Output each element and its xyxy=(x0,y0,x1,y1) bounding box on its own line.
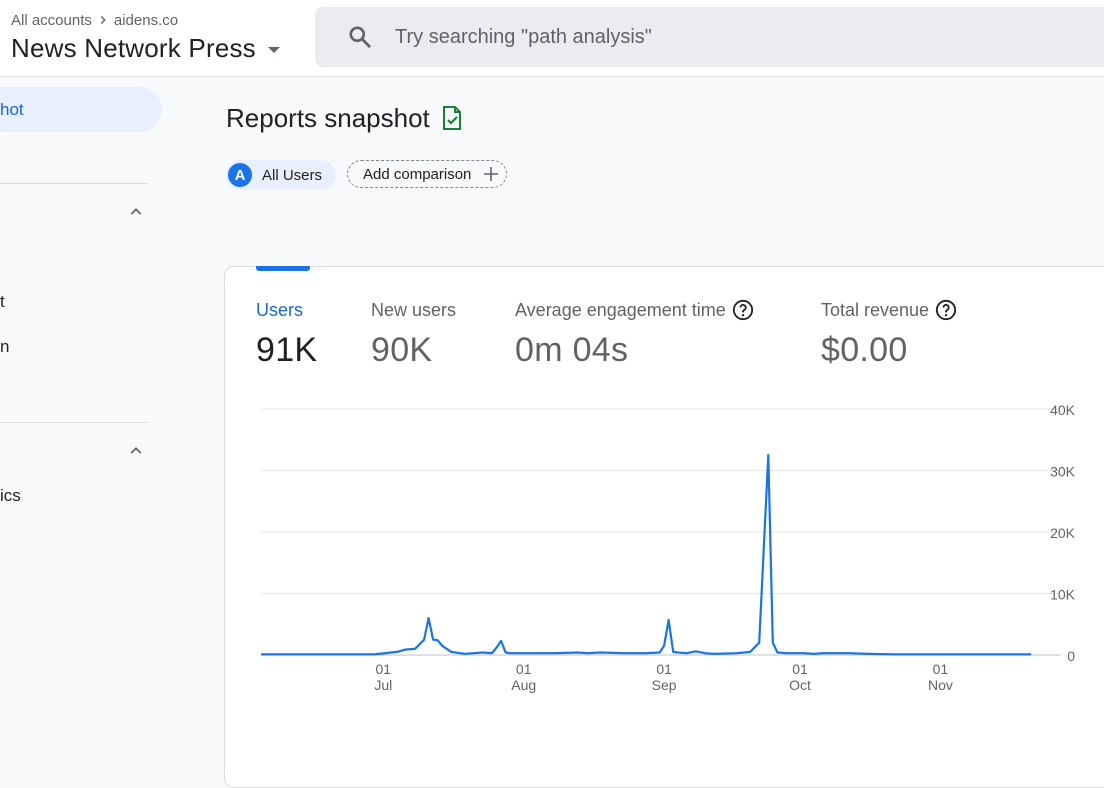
breadcrumb-account[interactable]: aidens.co xyxy=(114,12,178,29)
sidebar-item[interactable]: t xyxy=(0,291,5,313)
chevron-up-icon[interactable] xyxy=(128,443,144,459)
y-tick-label: 10K xyxy=(1050,587,1076,603)
x-tick-label: Aug xyxy=(511,677,536,693)
y-tick-label: 20K xyxy=(1050,525,1076,541)
avatar: A xyxy=(228,163,252,187)
search-bar[interactable]: Try searching "path analysis" xyxy=(315,7,1104,67)
chevron-right-icon xyxy=(100,16,106,24)
y-tick-label: 30K xyxy=(1050,464,1076,480)
property-name: News Network Press xyxy=(11,32,256,63)
search-placeholder: Try searching "path analysis" xyxy=(395,25,652,48)
add-comparison-button[interactable]: Add comparison xyxy=(347,160,507,188)
sidebar-divider xyxy=(0,183,147,184)
search-icon xyxy=(349,26,371,48)
x-tick-label: Oct xyxy=(789,677,811,693)
sidebar-divider xyxy=(0,422,147,423)
x-tick-label: Sep xyxy=(652,677,677,693)
comparison-chip-all-users[interactable]: A All Users xyxy=(226,160,337,190)
sidebar-item[interactable]: n xyxy=(0,336,9,358)
x-tick-label: 01 xyxy=(933,661,949,677)
sidebar-item[interactable]: ics xyxy=(0,485,21,507)
page-title: Reports snapshot xyxy=(226,101,464,135)
page-title-text: Reports snapshot xyxy=(226,102,430,133)
sidebar: hot t n ics xyxy=(0,77,170,760)
property-selector[interactable]: News Network Press xyxy=(11,31,280,65)
x-tick-label: 01 xyxy=(516,661,532,677)
users-line-chart: 40K30K20K10K001Jul01Aug01Sep01Oct01Nov xyxy=(261,402,1076,693)
plus-icon xyxy=(484,167,499,181)
breadcrumb: All accounts aidens.co xyxy=(11,10,178,30)
metrics-card: Users 91K New users 90K Average engageme… xyxy=(224,266,1104,788)
top-bar: All accounts aidens.co News Network Pres… xyxy=(0,0,1104,77)
chevron-up-icon[interactable] xyxy=(128,204,144,220)
series-line-users xyxy=(261,454,1031,656)
x-tick-label: 01 xyxy=(656,661,672,677)
breadcrumb-all-accounts[interactable]: All accounts xyxy=(11,12,92,29)
add-comparison-label: Add comparison xyxy=(363,165,472,183)
x-tick-label: 01 xyxy=(792,661,808,677)
y-tick-label: 0 xyxy=(1067,648,1075,664)
x-tick-label: Nov xyxy=(928,677,953,693)
sidebar-item-label: hot xyxy=(0,99,24,119)
sidebar-item-active[interactable]: hot xyxy=(0,87,162,132)
caret-down-icon xyxy=(267,47,280,53)
comparison-chip-label: All Users xyxy=(262,166,323,184)
y-tick-label: 40K xyxy=(1050,402,1076,418)
x-tick-label: 01 xyxy=(376,661,392,677)
document-check-icon[interactable] xyxy=(440,105,464,131)
x-tick-label: Jul xyxy=(374,677,392,693)
